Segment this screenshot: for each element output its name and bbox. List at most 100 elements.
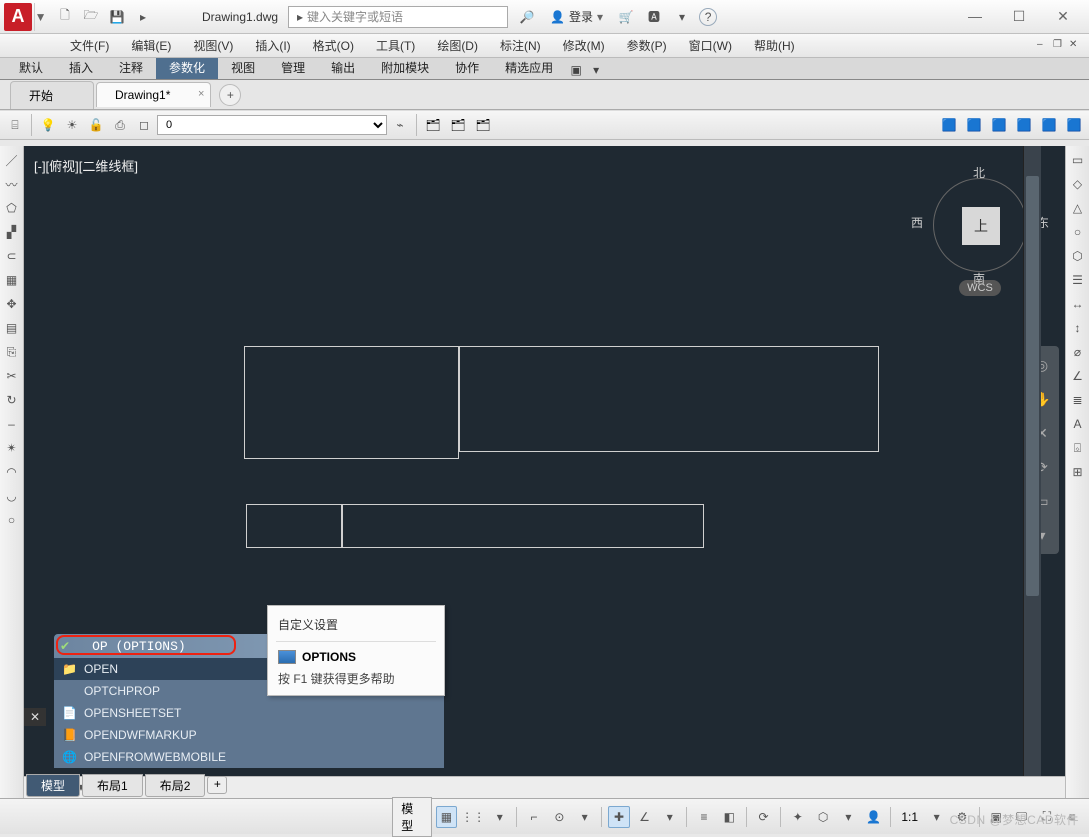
grid-icon[interactable]: ▦ (436, 806, 458, 828)
menu-item[interactable]: 插入(I) (245, 34, 300, 57)
file-tab[interactable]: 开始 (10, 81, 94, 109)
ribbon-tab[interactable]: 协作 (442, 55, 492, 79)
layer-freeze-icon[interactable]: ☀ (61, 114, 83, 136)
r8-icon[interactable]: ↕ (1068, 318, 1088, 338)
app-logo[interactable]: A (4, 3, 32, 31)
r3-icon[interactable]: △ (1068, 198, 1088, 218)
menu-item[interactable]: 工具(T) (366, 34, 425, 57)
ribbon-tab[interactable]: 插入 (56, 55, 106, 79)
new-icon[interactable]: 🗋 (54, 6, 76, 28)
layer-on-icon[interactable]: 💡 (37, 114, 59, 136)
state3-icon[interactable]: 🗂 (472, 114, 494, 136)
login-button[interactable]: 👤 登录 ▾ (544, 6, 609, 28)
menu-item[interactable]: 格式(O) (303, 34, 364, 57)
menu-item[interactable]: 视图(V) (183, 34, 243, 57)
r12-icon[interactable]: A (1068, 414, 1088, 434)
cycling-icon[interactable]: ⟳ (753, 806, 774, 828)
polygon-icon[interactable]: ⬠ (2, 198, 22, 218)
mirror-icon[interactable]: ▞ (2, 222, 22, 242)
minimize-button[interactable]: — (961, 8, 989, 25)
drawn-rect[interactable] (342, 504, 704, 548)
vertical-scrollbar[interactable] (1023, 146, 1041, 776)
array-icon[interactable]: ▦ (2, 270, 22, 290)
trim-icon[interactable]: ✂ (2, 366, 22, 386)
view-cube[interactable]: 北 上 西 东 南 WCS (925, 166, 1035, 306)
drawing-canvas[interactable]: [-][俯视][二维线框] 北 上 西 东 南 WCS ◎ ✋ ✕ ⟳ ▭ ▾ (24, 146, 1065, 798)
help-search[interactable]: ▸ 键入关键字或短语 (288, 6, 508, 28)
ortho-icon[interactable]: ⌐ (523, 806, 544, 828)
r10-icon[interactable]: ∠ (1068, 366, 1088, 386)
explode-icon[interactable]: ✴ (2, 438, 22, 458)
drawn-rect[interactable] (244, 346, 459, 459)
r6-icon[interactable]: ☰ (1068, 270, 1088, 290)
menu-item[interactable]: 绘图(D) (427, 34, 488, 57)
rg1e-icon[interactable]: 🟦 (1038, 114, 1060, 136)
layer-dropdown[interactable]: 0 (157, 115, 387, 135)
polar-drop-icon[interactable]: ▾ (574, 806, 595, 828)
maximize-button[interactable]: ☐ (1005, 8, 1033, 25)
layer-match-icon[interactable]: ⌁ (389, 114, 411, 136)
mdi-min-icon[interactable]: – (1037, 39, 1051, 53)
ribbon-tab[interactable]: 附加模块 (368, 55, 442, 79)
rg1f-icon[interactable]: 🟦 (1063, 114, 1085, 136)
viewcube-face[interactable]: 上 (962, 207, 1000, 245)
file-tab[interactable]: Drawing1*× (96, 82, 211, 107)
open-icon[interactable]: 🗁 (80, 6, 102, 28)
cart-icon[interactable]: 🛒 (615, 6, 637, 28)
line-icon[interactable]: ／ (2, 150, 22, 170)
menu-item[interactable]: 文件(F) (60, 34, 119, 57)
menu-item[interactable]: 修改(M) (553, 34, 615, 57)
r5-icon[interactable]: ⬡ (1068, 246, 1088, 266)
sheet-tab[interactable]: 布局1 (82, 774, 143, 797)
r7-icon[interactable]: ↔ (1068, 294, 1088, 314)
otrack-drop-icon[interactable]: ▾ (659, 806, 680, 828)
ribbon-drop-icon[interactable]: ▾ (586, 61, 606, 79)
move-icon[interactable]: ✥ (2, 294, 22, 314)
viewport-label[interactable]: [-][俯视][二维线框] (34, 156, 138, 175)
ribbon-tab[interactable]: 参数化 (156, 55, 218, 79)
r9-icon[interactable]: ⌀ (1068, 342, 1088, 362)
layer-lock-icon[interactable]: 🔓 (85, 114, 107, 136)
command-suggestion[interactable]: 📄OPENSHEETSET (54, 702, 444, 724)
new-tab-button[interactable]: + (219, 84, 241, 106)
tab-close-icon[interactable]: × (198, 88, 204, 100)
circle-icon[interactable]: ○ (2, 510, 22, 530)
lineweight-icon[interactable]: ≡ (693, 806, 714, 828)
menu-item[interactable]: 窗口(W) (679, 34, 742, 57)
3dosnap-icon[interactable]: ✦ (787, 806, 808, 828)
ribbon-tab[interactable]: 视图 (218, 55, 268, 79)
anno-scale[interactable]: 1:1 (897, 810, 922, 824)
rotate-icon[interactable]: ↻ (2, 390, 22, 410)
sheet-tab[interactable]: 模型 (26, 774, 80, 797)
ribbon-tab[interactable]: 精选应用 (492, 55, 566, 79)
dash-icon[interactable]: – (2, 414, 22, 434)
app-store-icon[interactable]: 🅰 (643, 6, 665, 28)
layer-props-icon[interactable]: ⌸ (4, 114, 26, 136)
menu-item[interactable]: 编辑(E) (121, 34, 181, 57)
state1-icon[interactable]: 🗂 (422, 114, 444, 136)
rg1c-icon[interactable]: 🟦 (988, 114, 1010, 136)
mdi-close-icon[interactable]: ✕ (1069, 39, 1083, 53)
layer-print-icon[interactable]: ⎙ (109, 114, 131, 136)
scale-drop-icon[interactable]: ▾ (926, 806, 947, 828)
hatch-icon[interactable]: ▤ (2, 318, 22, 338)
r11-icon[interactable]: ≣ (1068, 390, 1088, 410)
help-dropdown-icon[interactable]: ▾ (671, 6, 693, 28)
fillet-icon[interactable]: ◠ (2, 462, 22, 482)
drawn-rect[interactable] (459, 346, 879, 452)
r13-icon[interactable]: ⌺ (1068, 438, 1088, 458)
ribbon-tab[interactable]: 注释 (106, 55, 156, 79)
r2-icon[interactable]: ◇ (1068, 174, 1088, 194)
menu-item[interactable]: 标注(N) (490, 34, 551, 57)
save-icon[interactable]: 💾 (106, 6, 128, 28)
person-icon[interactable]: 👤 (863, 806, 884, 828)
ribbon-panel-icon[interactable]: ▣ (566, 61, 586, 79)
polar-icon[interactable]: ⊙ (549, 806, 570, 828)
pline-icon[interactable]: 〰 (2, 174, 22, 194)
rg1b-icon[interactable]: 🟦 (963, 114, 985, 136)
offset-icon[interactable]: ⊂ (2, 246, 22, 266)
ribbon-tab[interactable]: 输出 (318, 55, 368, 79)
layer-color-icon[interactable]: ◻ (133, 114, 155, 136)
command-suggestion[interactable]: 📙OPENDWFMARKUP (54, 724, 444, 746)
arc-icon[interactable]: ◡ (2, 486, 22, 506)
